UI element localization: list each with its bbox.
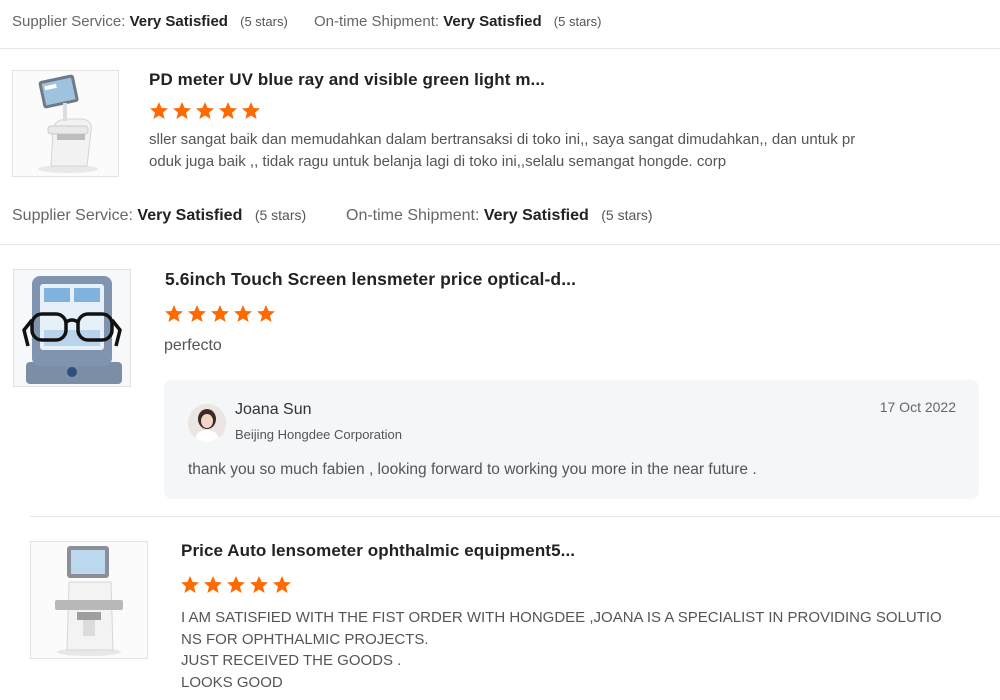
review-text: sller sangat baik dan memudahkan dalam b… <box>149 129 869 173</box>
star-icon <box>242 102 260 119</box>
review-text: I AM SATISFIED WITH THE FIST ORDER WITH … <box>181 607 981 693</box>
shipment-stars: (5 stars) <box>601 207 653 223</box>
auto-lensometer-image <box>31 542 147 658</box>
review-text-line: NS FOR OPHTHALMIC PROJECTS. <box>181 630 429 648</box>
pd-meter-image <box>13 71 118 176</box>
star-icon <box>150 102 168 119</box>
supplier-service-stars: (5 stars) <box>254 207 307 223</box>
star-icon <box>273 576 291 593</box>
star-icon <box>219 102 237 119</box>
review-text-line: JUST RECEIVED THE GOODS . <box>181 652 402 669</box>
product-thumbnail[interactable] <box>12 70 119 177</box>
shipment-rating: On-time Shipment: Very Satisfied (5 star… <box>346 207 653 225</box>
product-title-link[interactable]: 5.6inch Touch Screen lensmeter price opt… <box>165 269 576 290</box>
divider <box>0 48 1000 49</box>
star-icon <box>165 305 183 322</box>
supplier-reply: Joana Sun Beijing Hongdee Corporation 17… <box>164 380 979 499</box>
rating-stars <box>180 575 292 595</box>
star-icon <box>188 305 206 322</box>
rating-stars <box>164 304 276 324</box>
supplier-service-rating: Supplier Service: Very Satisfied (5 star… <box>12 13 288 30</box>
star-icon <box>204 576 222 593</box>
reply-company: Beijing Hongdee Corporation <box>235 427 402 442</box>
star-icon <box>196 102 214 119</box>
review-text-line: perfecto <box>164 337 222 354</box>
review-text-line: oduk juga baik ,, tidak ragu untuk belan… <box>149 153 727 170</box>
lensmeter-image <box>14 270 130 386</box>
star-icon <box>227 576 245 593</box>
star-icon <box>234 305 252 322</box>
avatar-image <box>188 404 226 442</box>
divider <box>30 516 1000 517</box>
shipment-value: Very Satisfied <box>483 207 589 224</box>
star-icon <box>173 102 191 119</box>
product-thumbnail[interactable] <box>13 269 131 387</box>
supplier-service-value: Very Satisfied <box>137 207 243 224</box>
reply-author-name: Joana Sun <box>235 401 312 418</box>
shipment-value: Very Satisfied <box>443 13 542 30</box>
review-text-line: LOOKS GOOD <box>181 673 283 691</box>
shipment-rating: On-time Shipment: Very Satisfied (5 star… <box>314 13 601 30</box>
rating-stars <box>149 101 261 121</box>
review-text: perfecto <box>164 335 222 357</box>
supplier-service-stars: (5 stars) <box>240 14 288 29</box>
star-icon <box>181 576 199 593</box>
reply-date: 17 Oct 2022 <box>879 399 956 415</box>
avatar <box>188 404 226 442</box>
divider <box>0 244 1000 245</box>
star-icon <box>250 576 268 593</box>
product-title-link[interactable]: PD meter UV blue ray and visible green l… <box>149 70 545 90</box>
supplier-service-label: Supplier Service: <box>12 207 133 224</box>
product-thumbnail[interactable] <box>30 541 148 659</box>
supplier-service-label: Supplier Service: <box>12 13 126 30</box>
shipment-stars: (5 stars) <box>553 14 602 29</box>
supplier-service-rating: Supplier Service: Very Satisfied (5 star… <box>12 207 306 225</box>
review-text-line: I AM SATISFIED WITH THE FIST ORDER WITH … <box>181 609 942 626</box>
supplier-service-value: Very Satisfied <box>129 13 228 30</box>
review-text-line: sller sangat baik dan memudahkan dalam b… <box>149 131 856 148</box>
reply-text: thank you so much fabien , looking forwa… <box>188 461 757 478</box>
shipment-label: On-time Shipment: <box>346 207 480 224</box>
star-icon <box>211 305 229 322</box>
shipment-label: On-time Shipment: <box>314 13 440 30</box>
star-icon <box>257 305 275 322</box>
product-title-link[interactable]: Price Auto lensometer ophthalmic equipme… <box>181 541 575 561</box>
